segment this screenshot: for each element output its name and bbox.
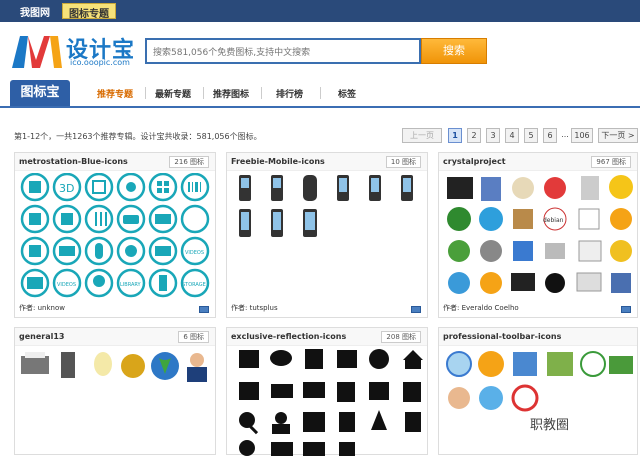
nav-tags[interactable]: 标签 — [338, 87, 356, 100]
toolbar-icon-grid[interactable] — [443, 348, 635, 418]
metro-icon-label: LIBRARY — [120, 282, 142, 288]
metro-icon-label: VIDEOS — [185, 250, 204, 256]
preview-icon[interactable] — [199, 306, 209, 313]
nav-recommended-topics[interactable]: 推荐专题 — [97, 87, 133, 100]
site-link[interactable]: 我图网 — [20, 4, 50, 19]
icon-set-card[interactable]: metrostation-Blue-icons 216 图标 3D VIDEOS… — [14, 152, 216, 318]
pager-page-3[interactable]: 3 — [486, 128, 500, 143]
metro-icon-label: VIDEOS — [57, 282, 76, 288]
card-count-badge: 10 图标 — [385, 156, 421, 168]
pager-page-2[interactable]: 2 — [467, 128, 481, 143]
pager-page-6[interactable]: 6 — [543, 128, 557, 143]
header: 设计宝 ico.ooopic.com 搜索 — [0, 22, 640, 78]
logo-icon[interactable] — [10, 30, 64, 70]
card-title[interactable]: exclusive-reflection-icons — [231, 332, 346, 341]
preview-icon[interactable] — [621, 306, 631, 313]
card-title[interactable]: Freebie-Mobile-icons — [231, 157, 325, 166]
top-bar: 我图网 图标专题 — [0, 0, 640, 22]
crystal-icon-label: debian — [543, 217, 564, 224]
search-input[interactable] — [147, 42, 419, 64]
metro-icon-label: STORAGE — [182, 282, 206, 288]
card-author: 作者: tutsplus — [231, 304, 278, 312]
pager-ellipsis: ... — [561, 130, 569, 139]
icon-set-card[interactable]: crystalproject 967 图标 debian 作者: Everald… — [438, 152, 638, 318]
nav-separator — [261, 87, 262, 99]
crystal-icon-grid[interactable]: debian — [443, 173, 635, 301]
reflection-icon-grid[interactable] — [235, 348, 425, 456]
card-header: metrostation-Blue-icons 216 图标 — [15, 153, 215, 171]
tab-icon-topics[interactable]: 图标专题 — [62, 3, 116, 20]
card-count-badge: 216 图标 — [169, 156, 209, 168]
pager-page-1[interactable]: 1 — [448, 128, 462, 143]
mobile-icon-grid[interactable] — [233, 173, 423, 243]
card-count-badge: 6 图标 — [178, 331, 209, 343]
icon-set-card[interactable]: professional-toolbar-icons — [438, 327, 638, 455]
main-nav: 图标宝 推荐专题 最新专题 推荐图标 排行榜 标签 — [0, 78, 640, 108]
nav-separator — [320, 87, 321, 99]
pager-page-106[interactable]: 106 — [571, 128, 593, 143]
search-button[interactable]: 搜索 — [421, 38, 487, 64]
brand-tab[interactable]: 图标宝 — [10, 80, 70, 106]
nav-separator — [203, 87, 204, 99]
search-box[interactable] — [145, 38, 421, 64]
card-author: 作者: Everaldo Coelho — [443, 304, 519, 312]
pager-prev[interactable]: 上一页 — [402, 128, 442, 143]
card-count-badge: 208 图标 — [381, 331, 421, 343]
card-title[interactable]: general13 — [19, 332, 65, 341]
metro-icon-grid[interactable]: 3D VIDEOS VIDEOS LIBRARY STORAGE — [19, 173, 213, 301]
preview-icon[interactable] — [411, 306, 421, 313]
card-title[interactable]: crystalproject — [443, 157, 506, 166]
icon-set-card[interactable]: exclusive-reflection-icons 208 图标 — [226, 327, 428, 456]
card-count-badge: 967 图标 — [591, 156, 631, 168]
watermark: 职教圈 — [530, 418, 570, 433]
icon-set-card[interactable]: general13 6 图标 — [14, 327, 216, 455]
svg-text:3D: 3D — [59, 182, 74, 195]
card-header: crystalproject 967 图标 — [439, 153, 637, 171]
card-header: professional-toolbar-icons — [439, 328, 637, 346]
nav-latest-topics[interactable]: 最新专题 — [155, 87, 191, 100]
general-icon-row[interactable] — [19, 348, 213, 384]
card-header: general13 6 图标 — [15, 328, 215, 346]
card-header: exclusive-reflection-icons 208 图标 — [227, 328, 427, 346]
nav-separator — [145, 87, 146, 99]
card-title[interactable]: metrostation-Blue-icons — [19, 157, 128, 166]
results-summary: 第1-12个，一共1263个推荐专辑。设计宝共收录：581,056个图标。 — [14, 132, 262, 141]
nav-ranking[interactable]: 排行榜 — [276, 87, 303, 100]
logo-url: ico.ooopic.com — [70, 58, 130, 67]
card-header: Freebie-Mobile-icons 10 图标 — [227, 153, 427, 171]
card-author: 作者: unknow — [19, 304, 65, 312]
pager-page-5[interactable]: 5 — [524, 128, 538, 143]
icon-set-card[interactable]: Freebie-Mobile-icons 10 图标 作者: tutsplus — [226, 152, 428, 318]
pager-next[interactable]: 下一页 > — [598, 128, 638, 143]
card-title[interactable]: professional-toolbar-icons — [443, 332, 561, 341]
pager-page-4[interactable]: 4 — [505, 128, 519, 143]
nav-recommended-icons[interactable]: 推荐图标 — [213, 87, 249, 100]
